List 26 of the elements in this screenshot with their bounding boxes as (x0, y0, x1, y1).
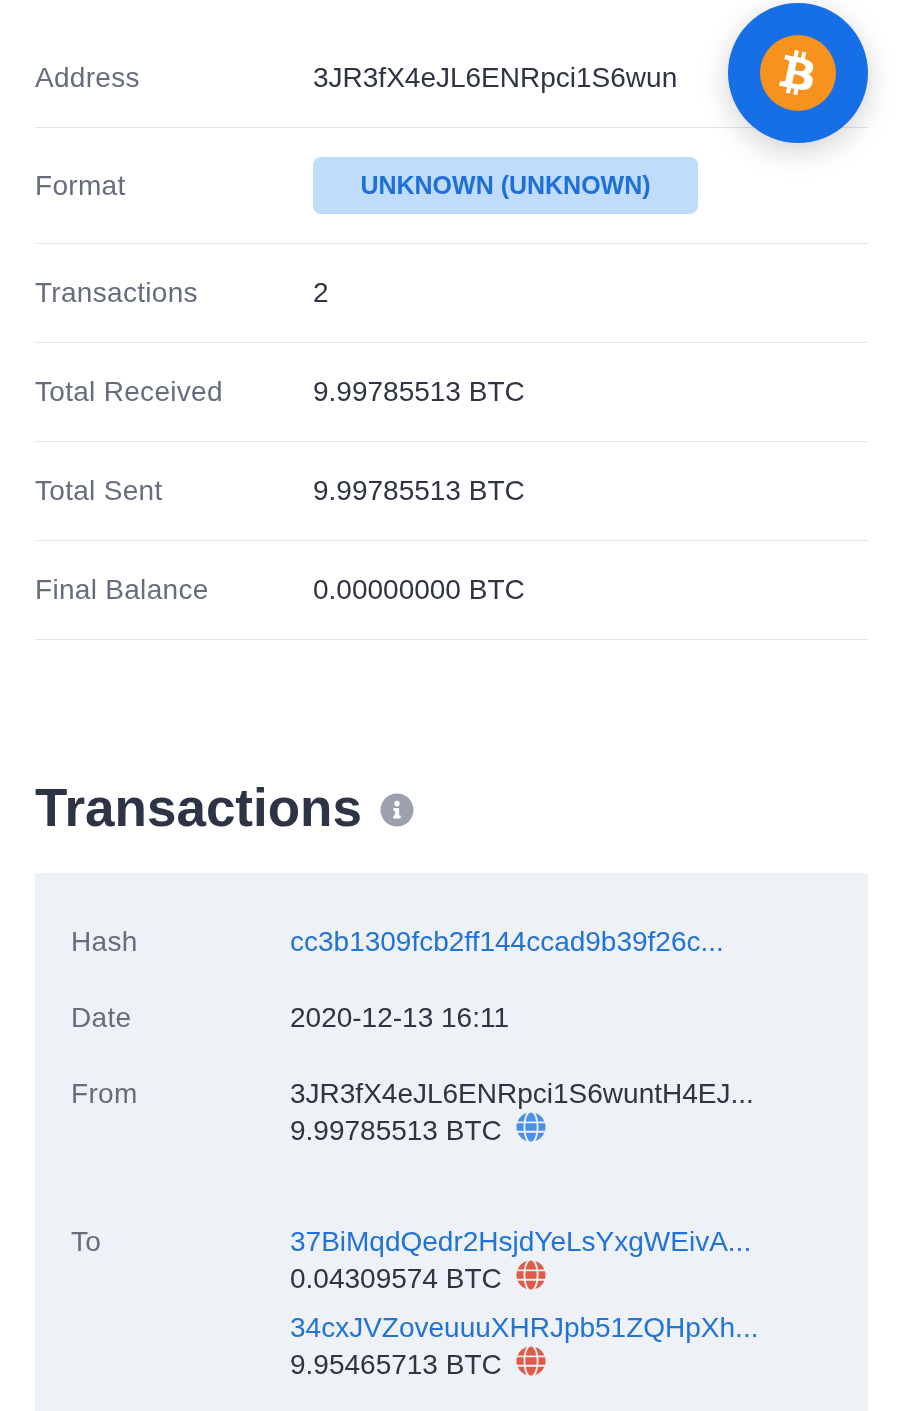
amount-value: 9.99785513 BTC (290, 1114, 502, 1148)
field-label: Transactions (35, 276, 198, 310)
hash-link[interactable]: cc3b1309fcb2ff144ccad9b39f26c... (290, 923, 724, 960)
field-label: Format (35, 168, 126, 203)
summary-value: 9.99785513 BTC (313, 375, 525, 409)
field-label: From (71, 1077, 138, 1111)
field-label: Hash (71, 925, 138, 959)
address-link[interactable]: 34cxJVZoveuuuXHRJpb51ZQHpXh... (290, 1309, 759, 1346)
date-value: 2020-12-13 16:11 (290, 1001, 509, 1035)
format-badge: UNKNOWN (UNKNOWN) (313, 157, 698, 214)
summary-value: 9.99785513 BTC (313, 474, 525, 508)
address-value: 3JR3fX4eJL6ENRpci1S6wuntH4EJ... (290, 1077, 754, 1111)
summary-value: 0.00000000 BTC (313, 573, 525, 607)
field-label: Total Received (35, 375, 223, 409)
field-label: To (71, 1225, 102, 1259)
address-link[interactable]: 37BiMqdQedr2HsjdYeLsYxgWEivA... (290, 1223, 752, 1260)
address-value: 3JR3fX4eJL6ENRpci1S6wun (313, 61, 678, 95)
summary-value: 2 (313, 276, 329, 310)
field-label: Total Sent (35, 474, 163, 508)
amount-value: 9.95465713 BTC (290, 1348, 502, 1382)
info-icon[interactable] (379, 793, 414, 827)
field-label: Final Balance (35, 573, 209, 607)
amount-value: 0.04309574 BTC (290, 1262, 502, 1296)
field-label: Date (71, 1001, 132, 1035)
field-label: Address (35, 61, 140, 95)
section-heading: Transactions (35, 777, 362, 839)
